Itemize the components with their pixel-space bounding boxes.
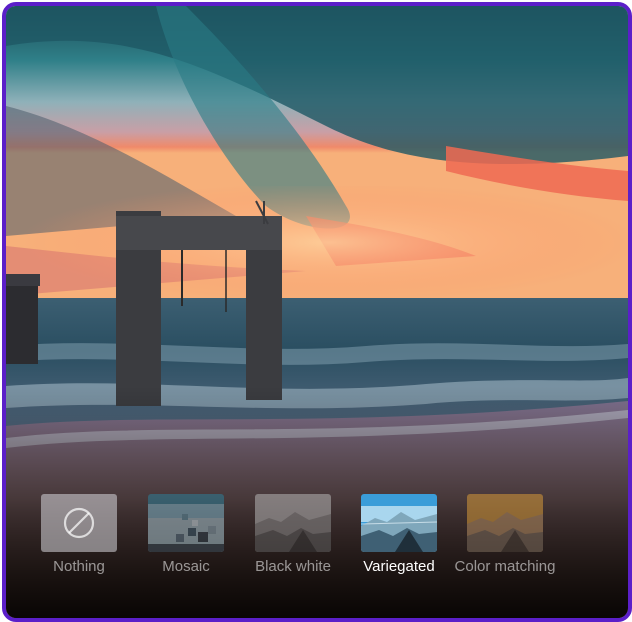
color-matching-thumbnail xyxy=(467,494,543,552)
mosaic-thumbnail xyxy=(148,494,224,552)
filter-label: Black white xyxy=(255,558,331,575)
filter-label: Nothing xyxy=(53,558,105,575)
filter-nothing-thumbnail xyxy=(41,494,117,552)
black-white-thumbnail xyxy=(255,494,331,552)
filter-label: Mosaic xyxy=(162,558,210,575)
filter-strip: Nothing Mosaic Black white Variegated Co… xyxy=(6,494,628,618)
variegated-thumbnail xyxy=(361,494,437,552)
filter-label: Variegated xyxy=(363,558,435,575)
filter-label: Color matching xyxy=(454,558,556,575)
prohibited-icon xyxy=(63,507,95,539)
filter-color-matching[interactable]: Color matching xyxy=(430,494,580,576)
photo-editor-frame: Nothing Mosaic Black white Variegated Co… xyxy=(2,2,632,622)
